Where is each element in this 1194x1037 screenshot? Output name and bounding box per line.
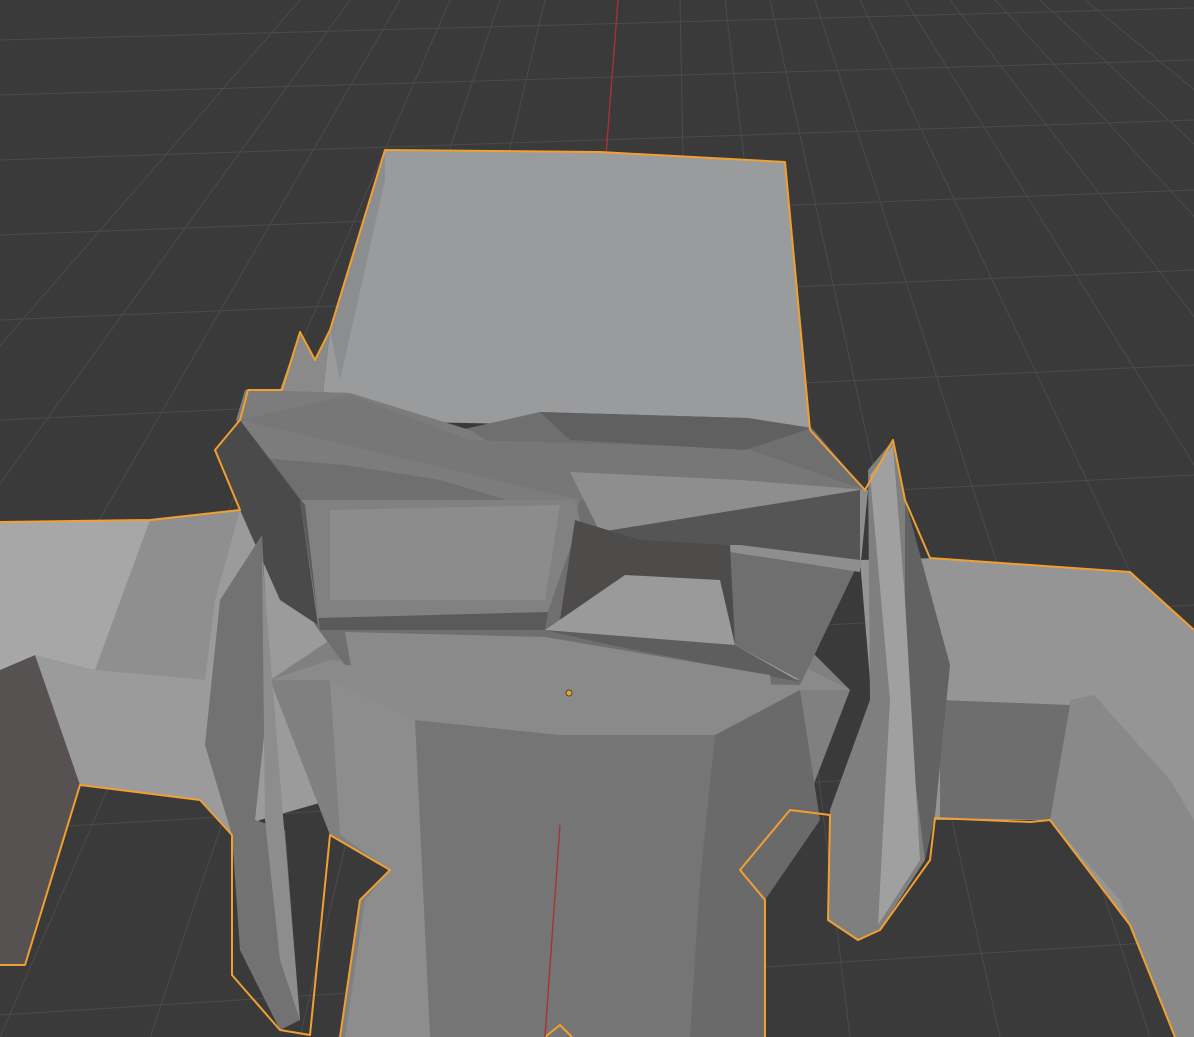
right-arm-under-face: [940, 700, 1070, 820]
3d-viewport[interactable]: [0, 0, 1194, 1037]
head-cube: [320, 150, 810, 430]
visor-left-lens-inner: [330, 505, 560, 600]
object-origin-dot[interactable]: [565, 689, 573, 697]
torso-center-face: [415, 720, 715, 1037]
